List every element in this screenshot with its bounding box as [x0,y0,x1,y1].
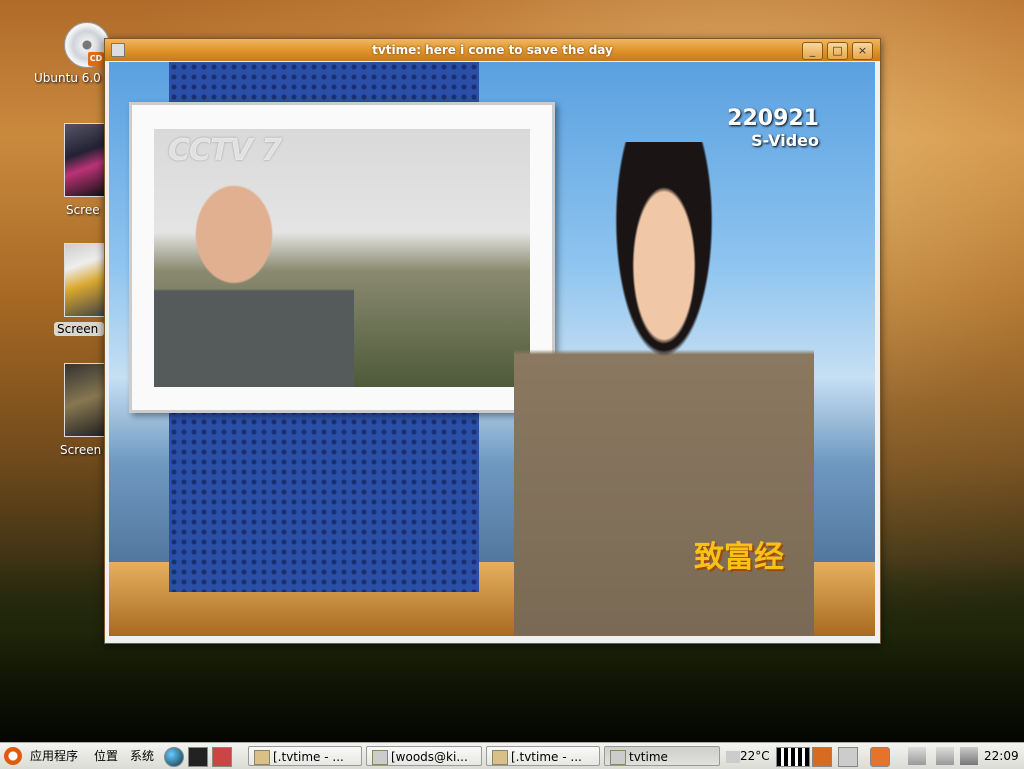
minimize-button[interactable]: _ [802,42,823,60]
task-label: [.tvtime - ... [511,750,582,764]
folder-icon [254,750,270,765]
taskbar-window-button[interactable]: [woods@ki... [366,746,482,766]
taskbar-window-button-active[interactable]: tvtime [604,746,720,766]
weather-applet[interactable]: 22°C [726,743,774,769]
ubuntu-logo-icon[interactable] [4,747,22,765]
volume-icon[interactable] [960,747,978,765]
screenshot-file-icon[interactable] [64,243,106,317]
terminal-small-icon [372,750,388,765]
clock[interactable]: 22:09 [984,743,1019,769]
screenshot-file-icon[interactable] [64,123,106,197]
tvtime-window: tvtime: here i come to save the day _ □ … [104,38,881,644]
inset-person [154,169,354,387]
window-title: tvtime: here i come to save the day [372,43,613,57]
terminal-icon[interactable] [188,747,208,767]
close-button[interactable]: × [852,42,873,60]
inset-channel-logo: CCTV 7 [168,133,282,168]
cd-badge-icon: CD [88,52,104,66]
workspace-2[interactable] [838,747,858,767]
show-logo: 致富经 [694,540,784,575]
menu-places[interactable]: 位置 [94,743,118,769]
bottom-panel: 应用程序 位置 系统 [.tvtime - ... [woods@ki... [… [0,742,1024,769]
video-display[interactable]: CCTV 7 致富经 220921 S-Video [109,62,875,636]
taskbar-window-button[interactable]: [.tvtime - ... [248,746,362,766]
taskbar-window-button[interactable]: [.tvtime - ... [486,746,600,766]
task-label: [.tvtime - ... [273,750,344,764]
desktop-icon-label-selected[interactable]: Screen [54,322,104,336]
screenshot-file-icon[interactable] [64,363,106,437]
web-browser-icon[interactable] [164,747,184,767]
tvtime-icon [610,750,626,765]
cloud-icon [726,750,740,763]
task-label: [woods@ki... [391,750,468,764]
video-inset: CCTV 7 [154,129,530,387]
maximize-button[interactable]: □ [827,42,848,60]
desktop-icon-label[interactable]: Ubuntu 6.0 [34,71,106,85]
network-icon[interactable] [936,747,954,765]
update-notifier-icon[interactable] [870,747,890,767]
system-monitor-icon[interactable] [776,747,810,767]
task-label: tvtime [629,750,668,764]
menu-applications[interactable]: 应用程序 [30,743,78,769]
channel-osd: 220921 S-Video [727,106,819,151]
video-inset-frame: CCTV 7 [129,102,555,413]
window-titlebar[interactable]: tvtime: here i come to save the day _ □ … [105,39,880,61]
channel-number: 220921 [727,106,819,131]
network-icon[interactable] [908,747,926,765]
menu-system[interactable]: 系统 [130,743,154,769]
workspace-1[interactable] [812,747,832,767]
folder-icon [492,750,508,765]
temperature-label: 22°C [740,749,770,763]
screenshot-tool-icon[interactable] [212,747,232,767]
input-source: S-Video [751,131,819,150]
studio-pillar [169,407,479,592]
